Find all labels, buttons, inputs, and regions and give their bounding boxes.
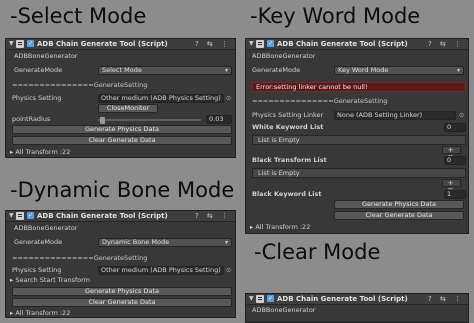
- white-keyword-list: List is Empty: [252, 135, 466, 145]
- point-radius-slider-knob[interactable]: [99, 117, 105, 124]
- header-menu-icons[interactable]: ? ⇆ ⋮: [428, 294, 464, 305]
- black-transform-add-remove[interactable]: + −: [442, 179, 461, 193]
- generator-label: ADBBoneGenerator: [252, 52, 316, 60]
- header-menu-icons[interactable]: ? ⇆ ⋮: [195, 211, 231, 222]
- generate-setting-separator: ===============GenerateSetting: [12, 81, 148, 89]
- black-keyword-count[interactable]: 1: [444, 190, 466, 199]
- generate-setting-separator: ===============GenerateSetting: [252, 97, 388, 105]
- object-picker-icon[interactable]: ⊙: [226, 266, 231, 275]
- generate-physics-data-button[interactable]: Generate Physics Data: [334, 200, 464, 209]
- dynamic-bone-mode-title: -Dynamic Bone Mode: [10, 178, 235, 202]
- all-transform-foldout[interactable]: ▸ All Transform :22: [10, 148, 70, 157]
- key-word-mode-panel: ▼ ✓ ADB Chain Generate Tool (Script) ? ⇆…: [245, 38, 469, 234]
- enabled-checkbox[interactable]: ✓: [27, 40, 34, 47]
- clear-mode-panel: ▼ ✓ ADB Chain Generate Tool (Script) ? ⇆…: [245, 293, 469, 323]
- setting-linker-label: Physics Setting Linker: [252, 111, 324, 119]
- all-transform-label: All Transform :22: [255, 223, 311, 231]
- generate-mode-label: GenerateMode: [252, 66, 301, 74]
- close-monitor-button[interactable]: CloseMonitor: [98, 104, 158, 113]
- point-radius-label: pointRadius: [12, 115, 51, 123]
- clear-mode-title: -Clear Mode: [254, 240, 381, 264]
- white-keyword-add-remove[interactable]: + −: [442, 146, 461, 160]
- component-title: ADB Chain Generate Tool (Script): [277, 295, 408, 303]
- header-menu-icons[interactable]: ? ⇆ ⋮: [428, 39, 464, 50]
- error-message: Error:setting linker cannot be null!: [252, 82, 466, 92]
- component-title: ADB Chain Generate Tool (Script): [37, 212, 168, 220]
- enabled-checkbox[interactable]: ✓: [267, 295, 274, 302]
- key-word-mode-title: -Key Word Mode: [250, 4, 421, 28]
- all-transform-foldout[interactable]: ▸ All Transform :22: [250, 223, 310, 232]
- generate-mode-label: GenerateMode: [14, 66, 63, 74]
- physics-setting-field[interactable]: Other medium (ADB Physics Setting): [98, 266, 224, 275]
- header-menu-icons[interactable]: ? ⇆ ⋮: [195, 39, 231, 50]
- component-title: ADB Chain Generate Tool (Script): [277, 40, 408, 48]
- clear-generate-data-button[interactable]: Clear Generate Data: [12, 136, 232, 145]
- point-radius-value[interactable]: 0.03: [206, 115, 232, 124]
- script-icon: [16, 40, 24, 48]
- foldout-arrow-icon[interactable]: ▼: [9, 40, 14, 47]
- physics-setting-label: Physics Setting: [12, 266, 62, 274]
- point-radius-slider[interactable]: [98, 119, 201, 121]
- search-start-transform-label: Search Start Transform: [15, 276, 91, 284]
- foldout-arrow-icon[interactable]: ▼: [9, 212, 14, 219]
- black-transform-list-label: Black Transform List: [252, 156, 327, 164]
- physics-setting-label: Physics Setting: [12, 94, 62, 102]
- white-keyword-list-label: White Keyword List: [252, 123, 324, 131]
- component-header: ▼ ✓ ADB Chain Generate Tool (Script) ? ⇆…: [6, 211, 235, 222]
- black-keyword-list-label: Black Keyword List: [252, 190, 322, 198]
- component-header: ▼ ✓ ADB Chain Generate Tool (Script) ? ⇆…: [6, 39, 235, 50]
- select-mode-panel: ▼ ✓ ADB Chain Generate Tool (Script) ? ⇆…: [5, 38, 236, 158]
- black-transform-count[interactable]: 0: [444, 156, 466, 165]
- generator-label: ADBBoneGenerator: [252, 306, 316, 314]
- select-mode-title: -Select Mode: [10, 4, 147, 28]
- enabled-checkbox[interactable]: ✓: [27, 212, 34, 219]
- dynamic-bone-mode-panel: ▼ ✓ ADB Chain Generate Tool (Script) ? ⇆…: [5, 210, 236, 318]
- all-transform-label: All Transform :22: [15, 309, 71, 317]
- generate-physics-data-button[interactable]: Generate Physics Data: [12, 287, 232, 296]
- component-header: ▼ ✓ ADB Chain Generate Tool (Script) ? ⇆…: [246, 39, 468, 50]
- script-icon: [16, 212, 24, 220]
- clear-generate-data-button[interactable]: Clear Generate Data: [334, 211, 464, 220]
- generate-setting-separator: ===============GenerateSetting: [12, 254, 148, 262]
- all-transform-foldout[interactable]: ▸ All Transform :22: [10, 309, 71, 317]
- foldout-arrow-icon[interactable]: ▼: [249, 40, 254, 47]
- setting-linker-field[interactable]: None (ADB Setting Linker): [334, 111, 456, 120]
- object-picker-icon[interactable]: ⊙: [226, 94, 231, 103]
- script-icon: [256, 295, 264, 303]
- white-keyword-count[interactable]: 0: [444, 123, 466, 132]
- generator-label: ADBBoneGenerator: [14, 224, 78, 232]
- all-transform-label: All Transform :22: [15, 148, 71, 156]
- generate-mode-select[interactable]: Dynamic Bone Mode: [98, 238, 232, 247]
- clear-generate-data-button[interactable]: Clear Generate Data: [12, 298, 232, 307]
- foldout-arrow-icon[interactable]: ▼: [249, 295, 254, 302]
- black-transform-list: List is Empty: [252, 168, 466, 178]
- generate-mode-label: GenerateMode: [14, 238, 63, 246]
- object-picker-icon[interactable]: ⊙: [459, 111, 464, 120]
- script-icon: [256, 40, 264, 48]
- generator-label: ADBBoneGenerator: [14, 52, 78, 60]
- physics-setting-field[interactable]: Other medium (ADB Physics Setting): [98, 94, 224, 103]
- generate-physics-data-button[interactable]: Generate Physics Data: [12, 125, 232, 134]
- component-title: ADB Chain Generate Tool (Script): [37, 40, 168, 48]
- generate-mode-select[interactable]: Select Mode: [98, 66, 232, 75]
- generate-mode-select[interactable]: Key Word Mode: [334, 66, 464, 75]
- component-header: ▼ ✓ ADB Chain Generate Tool (Script) ? ⇆…: [246, 294, 468, 305]
- enabled-checkbox[interactable]: ✓: [267, 40, 274, 47]
- search-start-transform-foldout[interactable]: ▸ Search Start Transform: [10, 276, 90, 285]
